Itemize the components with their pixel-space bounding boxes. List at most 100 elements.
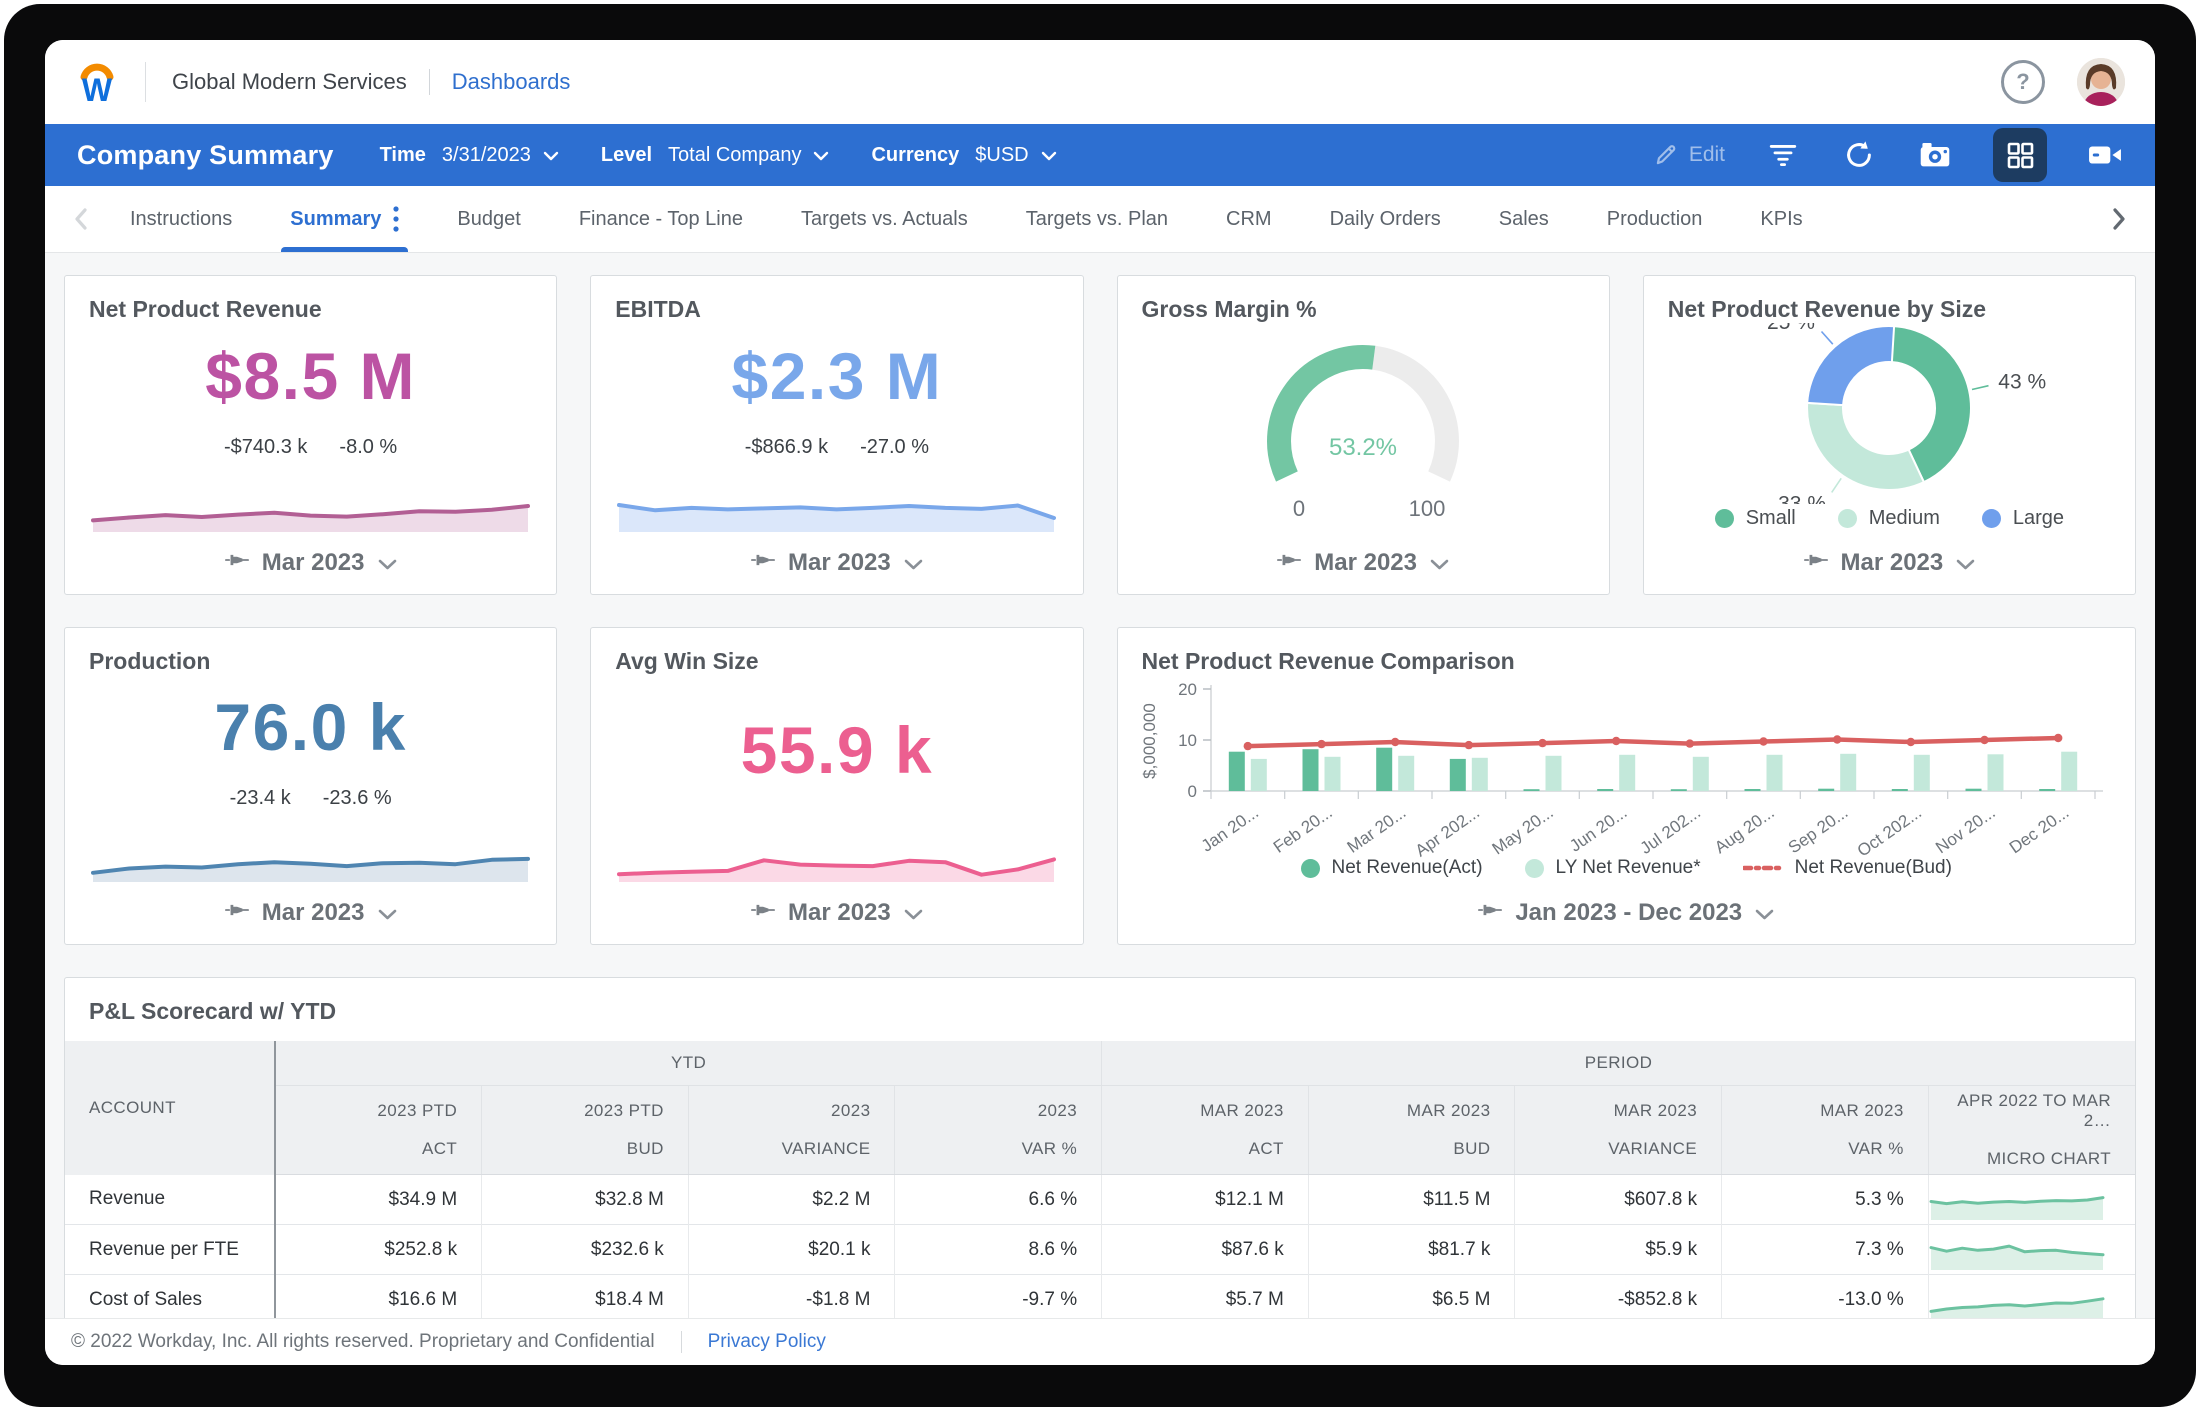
- col-header: MAR 2023VARIANCE: [1515, 1086, 1722, 1175]
- col-header: 2023VAR %: [895, 1086, 1102, 1175]
- legend-item-net-revenue-act-: Net Revenue(Act): [1301, 857, 1483, 879]
- value-cell: 5.3 %: [1722, 1175, 1929, 1225]
- svg-text:W: W: [82, 72, 113, 108]
- pin-icon: [1804, 549, 1828, 577]
- tab-production[interactable]: Production: [1578, 186, 1732, 252]
- tab-label: Targets vs. Actuals: [801, 208, 968, 231]
- tab-daily-orders[interactable]: Daily Orders: [1301, 186, 1470, 252]
- edit-button[interactable]: Edit: [1653, 142, 1725, 168]
- micro-chart-cell: [1928, 1225, 2135, 1275]
- tab-crm[interactable]: CRM: [1197, 186, 1301, 252]
- legend-line-swatch: [1743, 863, 1783, 873]
- svg-text:Jun 20...: Jun 20...: [1566, 803, 1630, 856]
- tab-list: InstructionsSummaryBudgetFinance - Top L…: [101, 186, 2099, 252]
- period-selector[interactable]: Mar 2023: [591, 882, 1082, 944]
- tab-label: Sales: [1499, 208, 1549, 231]
- tab-summary[interactable]: Summary: [261, 186, 428, 252]
- grid-view-button[interactable]: [1993, 128, 2047, 182]
- svg-text:Mar 20...: Mar 20...: [1344, 803, 1410, 857]
- tab-kpis[interactable]: KPIs: [1731, 186, 1831, 252]
- period-selector[interactable]: Mar 2023: [65, 532, 556, 594]
- value-cell: $11.5 M: [1308, 1175, 1515, 1225]
- col-header: APR 2022 TO MAR 2…MICRO CHART: [1928, 1086, 2135, 1175]
- card-gross-margin: Gross Margin % 53.2%0100 Mar 2023: [1117, 275, 1610, 595]
- app-window: W Global Modern Services Dashboards ? Co…: [45, 40, 2155, 1365]
- tabs-scroll-left-button[interactable]: [61, 186, 101, 252]
- card-title: EBITDA: [591, 276, 1082, 323]
- card-production: Production 76.0 k -23.4 k-23.6 % Mar 202…: [64, 627, 557, 945]
- workday-logo[interactable]: W: [75, 56, 119, 108]
- legend-item-net-revenue-bud-: Net Revenue(Bud): [1743, 857, 1952, 879]
- micro-chart-cell: [1928, 1275, 2135, 1319]
- privacy-policy-link[interactable]: Privacy Policy: [708, 1331, 826, 1353]
- currency-selector[interactable]: Currency $USD: [871, 144, 1056, 167]
- value-cell: $18.4 M: [482, 1275, 689, 1319]
- period-selector[interactable]: Mar 2023: [65, 882, 556, 944]
- snapshot-button[interactable]: [1917, 137, 1953, 173]
- period-selector[interactable]: Mar 2023: [591, 532, 1082, 594]
- card-revenue-comparison: Net Product Revenue Comparison 01020$,00…: [1117, 627, 2137, 945]
- comparison-chart: 01020$,000,000Jan 20...Feb 20...Mar 20..…: [1118, 675, 2136, 854]
- refresh-icon: [1844, 140, 1874, 170]
- tab-instructions[interactable]: Instructions: [101, 186, 261, 252]
- sparkline-chart: [91, 474, 530, 532]
- card-net-product-revenue: Net Product Revenue $8.5 M -$740.3 k-8.0…: [64, 275, 557, 595]
- help-icon[interactable]: ?: [2001, 60, 2045, 104]
- camera-icon: [1919, 141, 1951, 169]
- legend-item-small: Small: [1715, 507, 1796, 530]
- dashboard-content: Net Product Revenue $8.5 M -$740.3 k-8.0…: [45, 253, 2155, 1318]
- video-camera-icon: [2088, 143, 2122, 167]
- value-cell: $5.9 k: [1515, 1225, 1722, 1275]
- svg-text:20: 20: [1178, 680, 1197, 699]
- kpi-value: 55.9 k: [741, 712, 934, 788]
- svg-text:Nov 20...: Nov 20...: [1932, 803, 1999, 858]
- table-row: Cost of Sales$16.6 M$18.4 M-$1.8 M-9.7 %…: [65, 1275, 2135, 1319]
- table-row: Revenue$34.9 M$32.8 M$2.2 M6.6 %$12.1 M$…: [65, 1175, 2135, 1225]
- tab-finance-top-line[interactable]: Finance - Top Line: [550, 186, 772, 252]
- legend-dot: [1715, 509, 1734, 528]
- value-cell: $2.2 M: [688, 1175, 895, 1225]
- chevron-down-icon: [1430, 549, 1449, 577]
- tab-targets-vs-actuals[interactable]: Targets vs. Actuals: [772, 186, 997, 252]
- card-title: P&L Scorecard w/ YTD: [65, 978, 2135, 1041]
- donut-legend: SmallMediumLarge: [1644, 504, 2135, 532]
- col-header: MAR 2023BUD: [1308, 1086, 1515, 1175]
- time-selector[interactable]: Time 3/31/2023: [380, 144, 559, 167]
- tabs-scroll-right-button[interactable]: [2099, 186, 2139, 252]
- value-cell: $12.1 M: [1102, 1175, 1309, 1225]
- svg-text:Dec 20...: Dec 20...: [2006, 803, 2073, 858]
- refresh-button[interactable]: [1841, 137, 1877, 173]
- legend-dot: [1301, 859, 1320, 878]
- dashboards-link[interactable]: Dashboards: [452, 69, 571, 95]
- card-avg-win-size: Avg Win Size 55.9 k Mar 2023: [590, 627, 1083, 945]
- legend-item-medium: Medium: [1838, 507, 1940, 530]
- avatar[interactable]: [2077, 58, 2125, 106]
- card-title: Net Product Revenue by Size: [1644, 276, 2135, 323]
- pin-icon: [225, 549, 249, 577]
- copyright-text: © 2022 Workday, Inc. All rights reserved…: [71, 1331, 655, 1353]
- value-cell: $32.8 M: [482, 1175, 689, 1225]
- divider: [429, 69, 430, 95]
- tab-label: KPIs: [1760, 208, 1802, 231]
- svg-text:0: 0: [1293, 496, 1305, 521]
- level-selector[interactable]: Level Total Company: [601, 144, 830, 167]
- period-selector[interactable]: Mar 2023: [1118, 532, 1609, 594]
- active-tab-underline: [281, 247, 408, 252]
- micro-chart-cell: [1928, 1175, 2135, 1225]
- tab-label: Production: [1607, 208, 1703, 231]
- app-header: W Global Modern Services Dashboards ?: [45, 40, 2155, 124]
- tab-sales[interactable]: Sales: [1470, 186, 1578, 252]
- tab-targets-vs-plan[interactable]: Targets vs. Plan: [997, 186, 1197, 252]
- tab-budget[interactable]: Budget: [428, 186, 549, 252]
- chevron-right-icon: [2111, 207, 2127, 231]
- chevron-down-icon: [378, 899, 397, 927]
- filter-button[interactable]: [1765, 137, 1801, 173]
- account-cell: Revenue per FTE: [65, 1225, 275, 1275]
- video-button[interactable]: [2087, 137, 2123, 173]
- period-selector[interactable]: Jan 2023 - Dec 2023: [1118, 882, 2136, 944]
- value-cell: $16.6 M: [275, 1275, 482, 1319]
- period-selector[interactable]: Mar 2023: [1644, 532, 2135, 594]
- tab-menu-kebab-icon[interactable]: [393, 206, 399, 232]
- svg-text:Aug 20...: Aug 20...: [1711, 803, 1778, 858]
- kpi-value: $8.5 M: [205, 338, 416, 414]
